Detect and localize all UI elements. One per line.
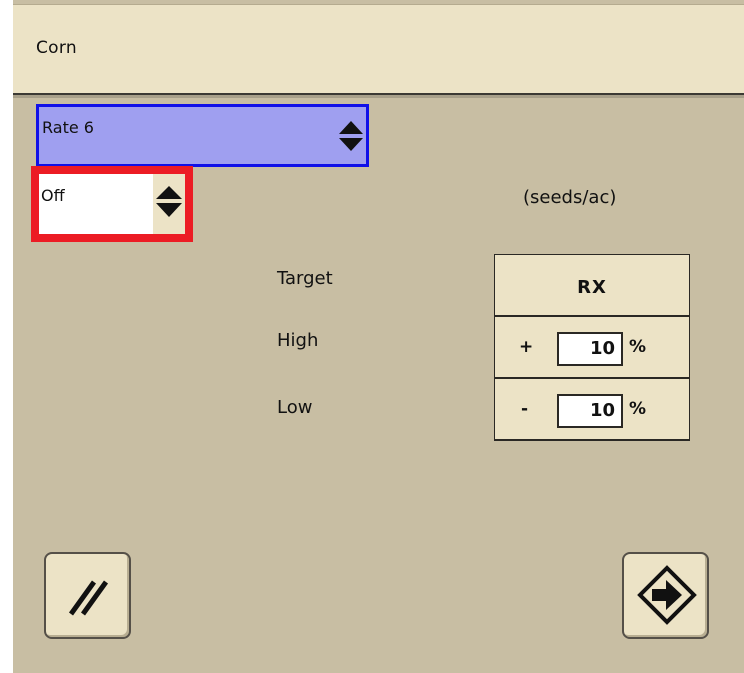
rx-header-cell[interactable]: RX bbox=[494, 254, 690, 317]
high-percent-cell: + 10 % bbox=[494, 317, 690, 379]
mode-spin-area[interactable] bbox=[153, 174, 185, 234]
low-label: Low bbox=[277, 397, 313, 418]
low-percent-unit: % bbox=[629, 399, 647, 419]
minus-sign: - bbox=[521, 399, 529, 419]
low-percent-cell: - 10 % bbox=[494, 379, 690, 441]
header-bar: Corn bbox=[13, 4, 744, 95]
high-percent-input[interactable]: 10 bbox=[557, 332, 623, 366]
header-title: Corn bbox=[36, 38, 77, 58]
rx-label: RX bbox=[577, 277, 607, 298]
arrow-right-diamond-icon bbox=[637, 565, 697, 625]
rate-select[interactable]: Rate 6 bbox=[36, 104, 369, 167]
rate-select-value: Rate 6 bbox=[42, 118, 94, 137]
target-label: Target bbox=[277, 268, 333, 289]
next-button[interactable] bbox=[622, 552, 709, 639]
mode-select-value: Off bbox=[41, 186, 65, 205]
cancel-button[interactable] bbox=[44, 552, 131, 639]
high-percent-unit: % bbox=[629, 337, 647, 357]
low-percent-input[interactable]: 10 bbox=[557, 394, 623, 428]
high-label: High bbox=[277, 330, 319, 351]
screen: Corn Rate 6 Off (seeds/ac) Target High L… bbox=[13, 0, 744, 673]
mode-select[interactable]: Off bbox=[31, 166, 193, 242]
up-down-arrows-icon[interactable] bbox=[336, 118, 366, 158]
plus-sign: + bbox=[519, 337, 534, 357]
header-divider bbox=[13, 95, 744, 98]
double-slash-icon bbox=[68, 580, 109, 616]
units-label: (seeds/ac) bbox=[523, 187, 617, 208]
